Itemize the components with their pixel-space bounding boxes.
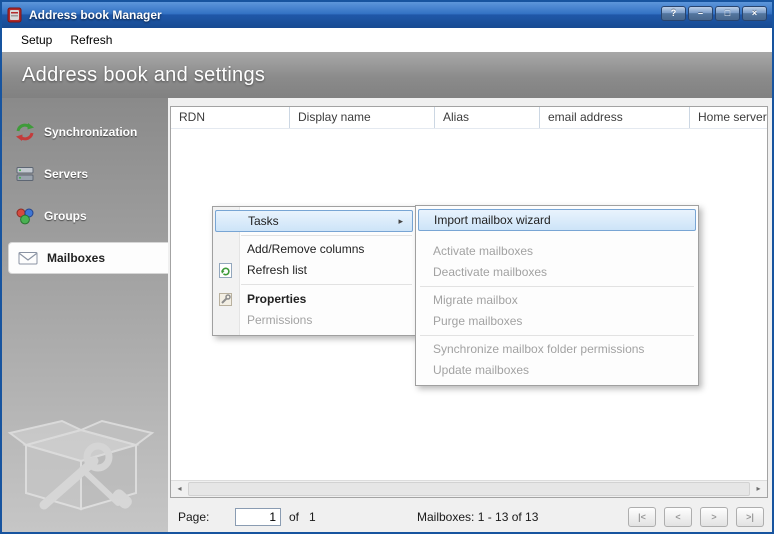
context-menu-item-refresh-list[interactable]: Refresh list [213,260,415,281]
menu-item-label: Tasks [248,214,279,228]
pager-nav: |< < > >| [628,507,764,527]
last-page-button[interactable]: >| [736,507,764,527]
sidebar: Synchronization Servers [2,98,168,532]
horizontal-scrollbar[interactable]: ◂ ▸ [171,480,767,497]
menu-refresh[interactable]: Refresh [61,30,121,50]
scroll-left-arrow[interactable]: ◂ [171,481,188,497]
properties-icon [219,291,233,306]
menu-separator [241,284,412,285]
titlebar: Address book Manager ? – □ × [2,2,772,28]
next-page-button[interactable]: > [700,507,728,527]
menu-item-label: Deactivate mailboxes [433,265,547,279]
first-page-button[interactable]: |< [628,507,656,527]
column-header-rdn[interactable]: RDN [171,107,290,128]
close-button[interactable]: × [742,6,767,21]
horizontal-scrollbar-thumb[interactable] [188,482,750,496]
previous-page-button[interactable]: < [664,507,692,527]
sidebar-item-label: Servers [44,167,88,181]
sidebar-item-label: Synchronization [44,125,137,139]
submenu-item-activate-mailboxes[interactable]: Activate mailboxes [416,241,698,262]
sidebar-item-synchronization[interactable]: Synchronization [2,116,168,148]
menu-item-label: Permissions [247,313,312,327]
context-menu-item-properties[interactable]: Properties [213,288,415,310]
submenu-item-migrate-mailbox[interactable]: Migrate mailbox [416,290,698,311]
menu-spacer [416,232,698,241]
scroll-right-arrow[interactable]: ▸ [750,481,767,497]
submenu-item-synchronize-mailbox-folder-permissions[interactable]: Synchronize mailbox folder permissions [416,339,698,360]
column-header-email-address[interactable]: email address [540,107,690,128]
context-menu: Tasks ▸ Add/Remove columns Refresh list [212,206,416,336]
window-title: Address book Manager [29,2,162,28]
tasks-submenu: Import mailbox wizard Activate mailboxes… [415,205,699,386]
submenu-item-deactivate-mailboxes[interactable]: Deactivate mailboxes [416,262,698,283]
menu-item-label: Update mailboxes [433,363,529,377]
list-header: RDN Display name Alias email address Hom… [171,107,767,129]
page-label: Page: [178,504,209,530]
sidebar-item-label: Mailboxes [47,251,105,265]
menu-item-label: Purge mailboxes [433,314,522,328]
menu-item-label: Refresh list [247,263,307,277]
mailboxes-icon [18,248,38,268]
app-window: Address book Manager ? – □ × Setup Refre… [0,0,774,534]
submenu-arrow-icon: ▸ [398,211,403,231]
submenu-item-import-mailbox-wizard[interactable]: Import mailbox wizard [418,209,696,231]
total-pages: 1 [309,504,316,530]
menu-separator [241,235,412,236]
context-menu-item-tasks[interactable]: Tasks ▸ [215,210,413,232]
menu-setup[interactable]: Setup [12,30,61,50]
column-header-home-server[interactable]: Home server [690,107,767,128]
of-label: of [289,504,299,530]
submenu-item-update-mailboxes[interactable]: Update mailboxes [416,360,698,381]
column-header-display-name[interactable]: Display name [290,107,435,128]
maximize-button[interactable]: □ [715,6,740,21]
synchronization-icon [15,122,35,142]
sidebar-item-servers[interactable]: Servers [2,158,168,190]
menu-item-label: Synchronize mailbox folder permissions [433,342,644,356]
pager-footer: Page: of 1 Mailboxes: 1 - 13 of 13 |< < … [168,504,772,530]
mailbox-count-status: Mailboxes: 1 - 13 of 13 [417,504,538,530]
window-controls: ? – □ × [661,6,767,21]
context-menu-item-permissions[interactable]: Permissions [213,310,415,331]
menu-item-label: Properties [247,292,306,306]
column-header-alias[interactable]: Alias [435,107,540,128]
menu-item-label: Activate mailboxes [433,244,533,258]
sidebar-item-label: Groups [44,209,87,223]
header-banner: Address book and settings [2,52,772,98]
help-button[interactable]: ? [661,6,686,21]
menu-item-label: Add/Remove columns [247,242,364,256]
page-title: Address book and settings [22,64,265,87]
menu-item-label: Import mailbox wizard [434,213,551,227]
sidebar-item-mailboxes[interactable]: Mailboxes [8,242,168,274]
toolbox-watermark [6,385,156,530]
menu-separator [420,286,694,287]
app-icon [7,7,23,23]
page-number-input[interactable] [235,508,281,526]
menu-item-label: Migrate mailbox [433,293,518,307]
context-menu-item-add-remove-columns[interactable]: Add/Remove columns [213,239,415,260]
submenu-item-purge-mailboxes[interactable]: Purge mailboxes [416,311,698,332]
menu-separator [420,335,694,336]
sidebar-item-groups[interactable]: Groups [2,200,168,232]
servers-icon [15,164,35,184]
groups-icon [15,206,35,226]
minimize-button[interactable]: – [688,6,713,21]
menubar: Setup Refresh [2,28,772,52]
refresh-list-icon [219,263,233,278]
